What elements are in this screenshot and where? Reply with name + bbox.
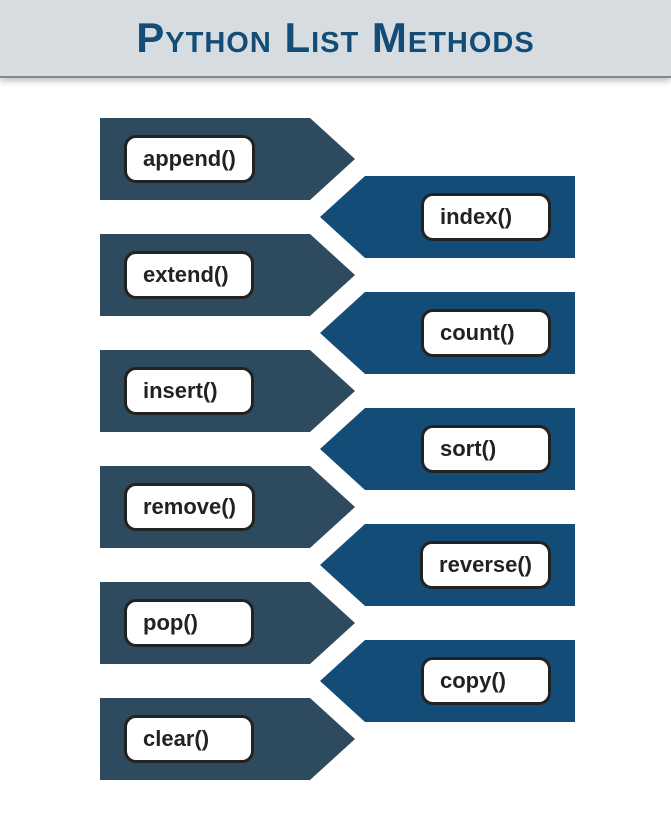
method-label: index() [421,193,551,241]
method-arrow-sort: sort() [320,408,575,490]
arrow-body: copy() [365,640,575,722]
diagram-content: append() extend() insert() remove() pop(… [0,78,671,829]
arrow-head-icon [320,640,365,722]
method-label: pop() [124,599,254,647]
method-arrow-append: append() [100,118,355,200]
method-arrow-count: count() [320,292,575,374]
page-title: Python List Methods [136,14,534,62]
arrow-body: sort() [365,408,575,490]
arrow-body: pop() [100,582,310,664]
arrow-body: clear() [100,698,310,780]
method-arrow-extend: extend() [100,234,355,316]
method-label: insert() [124,367,254,415]
method-arrow-insert: insert() [100,350,355,432]
method-label: append() [124,135,255,183]
arrow-body: remove() [100,466,310,548]
arrow-body: append() [100,118,310,200]
method-arrow-remove: remove() [100,466,355,548]
method-arrow-pop: pop() [100,582,355,664]
method-arrow-clear: clear() [100,698,355,780]
header-banner: Python List Methods [0,0,671,78]
arrow-head-icon [320,408,365,490]
method-label: count() [421,309,551,357]
arrow-body: reverse() [365,524,575,606]
method-arrow-reverse: reverse() [320,524,575,606]
arrow-body: extend() [100,234,310,316]
arrow-head-icon [320,176,365,258]
arrow-body: index() [365,176,575,258]
method-arrow-index: index() [320,176,575,258]
arrow-body: count() [365,292,575,374]
method-label: remove() [124,483,255,531]
method-label: copy() [421,657,551,705]
arrow-head-icon [320,524,365,606]
method-label: clear() [124,715,254,763]
method-arrow-copy: copy() [320,640,575,722]
method-label: sort() [421,425,551,473]
method-label: extend() [124,251,254,299]
method-label: reverse() [420,541,551,589]
arrow-head-icon [320,292,365,374]
arrow-body: insert() [100,350,310,432]
